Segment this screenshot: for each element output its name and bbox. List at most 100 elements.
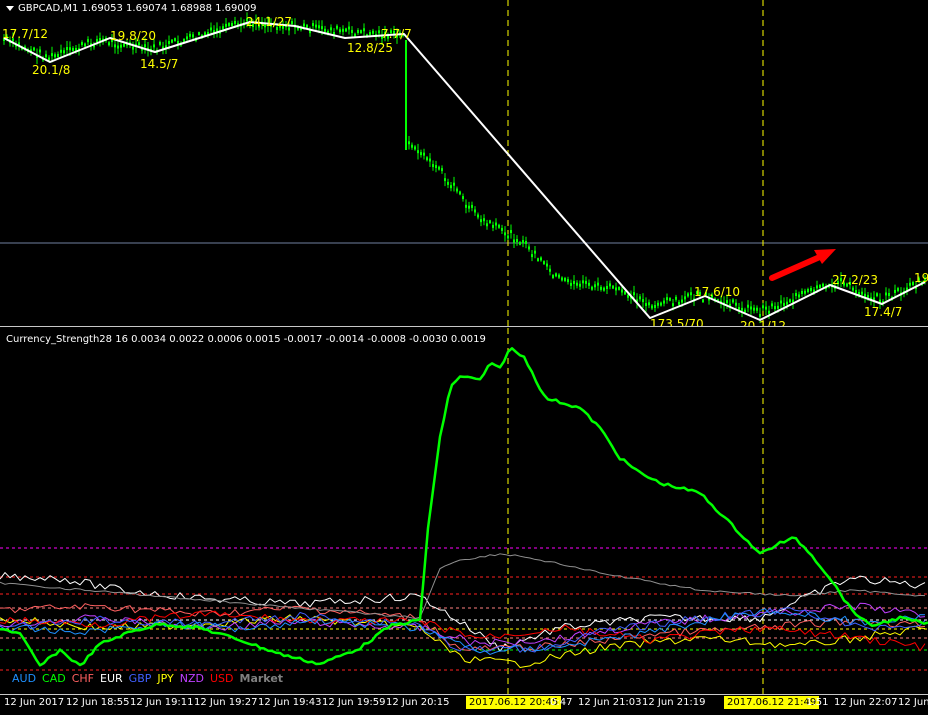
- candle-body: [414, 146, 416, 150]
- currency-line: [0, 572, 926, 652]
- candle-body: [783, 302, 785, 306]
- candle-body: [69, 47, 71, 51]
- candle-body: [528, 246, 530, 250]
- crosshair-time-label: 2017.06.12 21:49: [724, 696, 820, 709]
- time-tick: 12 Jun 22:07: [834, 697, 898, 708]
- price-chart-pane[interactable]: GBPCAD,M1 1.69053 1.69074 1.68988 1.6900…: [0, 0, 928, 327]
- candle-body: [540, 257, 542, 261]
- candle-body: [117, 45, 119, 49]
- candle-body: [489, 220, 491, 224]
- candle-body: [741, 307, 743, 311]
- candle-body: [228, 23, 230, 27]
- candle-body: [546, 263, 548, 267]
- candle-body: [87, 39, 89, 43]
- candle-body: [816, 285, 818, 289]
- candle-body: [99, 38, 101, 42]
- candle-body: [597, 282, 599, 286]
- candle-body: [663, 300, 665, 304]
- candle-body: [780, 300, 782, 304]
- candle-body: [471, 204, 473, 208]
- candle-body: [357, 30, 359, 34]
- candle-body: [234, 20, 236, 24]
- time-tick: 12 Jun 19:59: [322, 697, 386, 708]
- candle-body: [420, 152, 422, 156]
- candle-body: [342, 28, 344, 32]
- candle-body: [516, 239, 518, 243]
- candle-body: [609, 283, 611, 287]
- candle-body: [675, 296, 677, 300]
- candle-body: [651, 305, 653, 309]
- candle-body: [564, 277, 566, 281]
- candle-body: [654, 304, 656, 308]
- candle-body: [492, 224, 494, 228]
- candle-body: [576, 282, 578, 286]
- candle-body: [477, 214, 479, 218]
- time-tick: 12 Jun: [898, 697, 928, 708]
- candle-body: [702, 299, 704, 303]
- candle-body: [801, 290, 803, 294]
- time-axis: 12 Jun 2017 12 Jun 18:55 12 Jun 19:11 12…: [0, 694, 928, 715]
- time-tick: 12 Jun 21:19: [642, 697, 706, 708]
- candle-body: [498, 224, 500, 228]
- candle-body: [345, 28, 347, 32]
- candle-body: [114, 44, 116, 48]
- currency-line: [0, 553, 926, 619]
- candle-body: [438, 166, 440, 170]
- candle-body: [855, 290, 857, 294]
- candle-body: [495, 222, 497, 226]
- candle-body: [372, 30, 374, 34]
- candle-body: [465, 204, 467, 208]
- candle-body: [168, 41, 170, 45]
- candle-body: [774, 306, 776, 310]
- candle-body: [348, 26, 350, 30]
- candle-body: [432, 164, 434, 168]
- time-tick: 12 Jun 20:15: [386, 697, 450, 708]
- candle-body: [459, 191, 461, 195]
- candle-body: [897, 288, 899, 292]
- candle-body: [225, 23, 227, 27]
- candle-body: [759, 313, 761, 317]
- candle-body: [45, 54, 47, 58]
- candle-body: [321, 26, 323, 30]
- candle-body: [657, 302, 659, 306]
- candle-body: [531, 254, 533, 258]
- candle-body: [54, 54, 56, 58]
- candle-body: [582, 280, 584, 284]
- candle-body: [807, 289, 809, 293]
- time-tick: 1:51: [806, 697, 829, 708]
- red-arrow-shaft: [769, 253, 825, 281]
- candle-body: [648, 302, 650, 306]
- cad-strength-line: [0, 347, 928, 667]
- candle-body: [474, 209, 476, 213]
- candle-body: [627, 294, 629, 298]
- candle-body: [570, 282, 572, 286]
- candle-body: [819, 284, 821, 288]
- time-tick: 12 Jun 21:03: [578, 697, 642, 708]
- candle-body: [312, 23, 314, 27]
- candle-body: [435, 165, 437, 169]
- candle-body: [876, 293, 878, 297]
- candle-body: [444, 178, 446, 182]
- candle-body: [591, 286, 593, 290]
- candle-body: [552, 275, 554, 279]
- candle-body: [732, 299, 734, 303]
- candle-body: [669, 297, 671, 301]
- candle-body: [96, 39, 98, 43]
- candle-body: [750, 306, 752, 310]
- candle-body: [525, 241, 527, 245]
- candle-body: [123, 43, 125, 47]
- candle-body: [39, 49, 41, 53]
- indicator-pane[interactable]: Currency_Strength28 16 0.0034 0.0022 0.0…: [0, 328, 928, 694]
- candle-body: [486, 223, 488, 227]
- zigzag-label: 19: [914, 271, 928, 285]
- candle-body: [678, 301, 680, 305]
- candle-body: [567, 279, 569, 283]
- candle-body: [726, 300, 728, 304]
- candle-body: [618, 286, 620, 290]
- time-tick: 0:47: [550, 697, 573, 708]
- candle-body: [603, 287, 605, 291]
- candle-body: [408, 141, 410, 145]
- candle-body: [549, 268, 551, 272]
- candle-body: [786, 301, 788, 305]
- candle-body: [363, 28, 365, 32]
